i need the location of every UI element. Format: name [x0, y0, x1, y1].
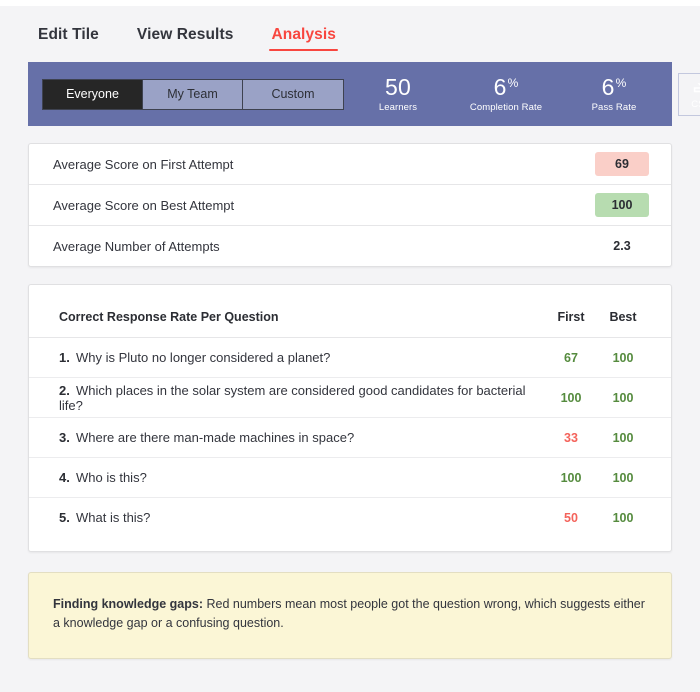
status-badge-first-attempt: 69 [595, 152, 649, 176]
stat-learners-value: 50 [385, 74, 411, 101]
question-first-value: 67 [545, 337, 597, 378]
tab-edit-tile[interactable]: Edit Tile [34, 24, 103, 53]
question-text: Who is this? [76, 470, 147, 485]
export-csv-label: CSV [691, 99, 700, 110]
segment-my-team[interactable]: My Team [143, 79, 243, 109]
knowledge-gap-note: Finding knowledge gaps: Red numbers mean… [28, 572, 672, 659]
stat-learners-caption: Learners [378, 101, 418, 113]
summary-label: Average Number of Attempts [53, 238, 220, 254]
question-text: Which places in the solar system are con… [59, 382, 526, 413]
summary-row-first-attempt: Average Score on First Attempt 69 [29, 144, 671, 185]
audience-segmented-control: Everyone My Team Custom [42, 78, 344, 110]
question-best-value: 100 [612, 510, 634, 525]
table-spacer [649, 297, 671, 338]
note-heading: Finding knowledge gaps: [53, 597, 203, 611]
question-best-value: 100 [597, 457, 649, 498]
question-first-value: 100 [545, 457, 597, 498]
stat-completion-rate-value: 6 [493, 74, 507, 101]
segment-everyone[interactable]: Everyone [43, 79, 143, 109]
status-badge-best-attempt: 100 [595, 193, 649, 217]
row-spacer [649, 377, 671, 418]
question-best-value: 100 [597, 417, 649, 458]
row-spacer [649, 337, 671, 378]
summary-row-average-attempts: Average Number of Attempts 2.3 [29, 226, 671, 266]
row-spacer [649, 498, 671, 538]
stat-completion-rate: 6% Completion Rate [452, 75, 560, 112]
export-csv-button[interactable]: CSV [678, 72, 700, 116]
table-row: 3. Where are there man-made machines in s… [29, 417, 671, 458]
question-text: Why is Pluto no longer considered a plan… [76, 350, 331, 365]
analysis-toolbar: Everyone My Team Custom 50 Learners 6% C… [28, 62, 700, 126]
table-row: 2. Which places in the solar system are c… [29, 377, 671, 418]
analysis-page: Edit Tile View Results Analysis Everyone… [0, 0, 700, 692]
table-row: 5. What is this? 50 100 [29, 498, 671, 538]
summary-stats: 50 Learners 6% Completion Rate 6% Pass R… [344, 72, 700, 116]
question-first-value: 33 [545, 417, 597, 458]
row-spacer [649, 457, 671, 498]
question-first-value: 50 [564, 510, 578, 525]
stat-pass-rate-caption: Pass Rate [591, 101, 637, 113]
row-spacer [649, 417, 671, 458]
summary-label: Average Score on Best Attempt [53, 197, 235, 213]
percent-sign-icon: % [615, 75, 627, 90]
stat-pass-rate-value: 6 [601, 74, 615, 101]
question-text: Where are there man-made machines in spa… [76, 430, 355, 445]
score-summary-card: Average Score on First Attempt 69 Averag… [28, 143, 672, 267]
question-best-value: 100 [597, 377, 649, 418]
percent-sign-icon: % [507, 75, 519, 90]
tab-analysis[interactable]: Analysis [267, 24, 340, 53]
download-tray-icon [693, 78, 700, 98]
question-index: 5. [59, 510, 70, 525]
segment-custom[interactable]: Custom [243, 79, 343, 109]
table-header-row: Correct Response Rate Per Question First… [29, 297, 671, 338]
stat-learners: 50 Learners [344, 75, 452, 112]
question-index: 4. [59, 470, 70, 485]
question-first-value: 100 [545, 377, 597, 418]
summary-row-best-attempt: Average Score on Best Attempt 100 [29, 185, 671, 226]
question-response-card: Correct Response Rate Per Question First… [28, 284, 672, 552]
stat-completion-rate-caption: Completion Rate [469, 101, 543, 113]
question-index: 2. [59, 382, 70, 398]
average-attempts-value: 2.3 [613, 239, 631, 253]
question-index: 3. [59, 430, 70, 445]
summary-label: Average Score on First Attempt [53, 156, 234, 172]
question-text: What is this? [76, 510, 151, 525]
stat-pass-rate: 6% Pass Rate [560, 75, 668, 112]
table-title: Correct Response Rate Per Question [29, 297, 545, 338]
question-response-table: Correct Response Rate Per Question First… [29, 297, 671, 537]
question-index: 1. [59, 350, 70, 365]
question-best-value: 100 [597, 337, 649, 378]
column-header-best: Best [597, 297, 649, 338]
tab-view-results[interactable]: View Results [133, 24, 238, 53]
main-tab-bar: Edit Tile View Results Analysis [0, 6, 700, 53]
table-row: 4. Who is this? 100 100 [29, 457, 671, 498]
table-row: 1. Why is Pluto no longer considered a pl… [29, 337, 671, 378]
column-header-first: First [545, 297, 597, 338]
